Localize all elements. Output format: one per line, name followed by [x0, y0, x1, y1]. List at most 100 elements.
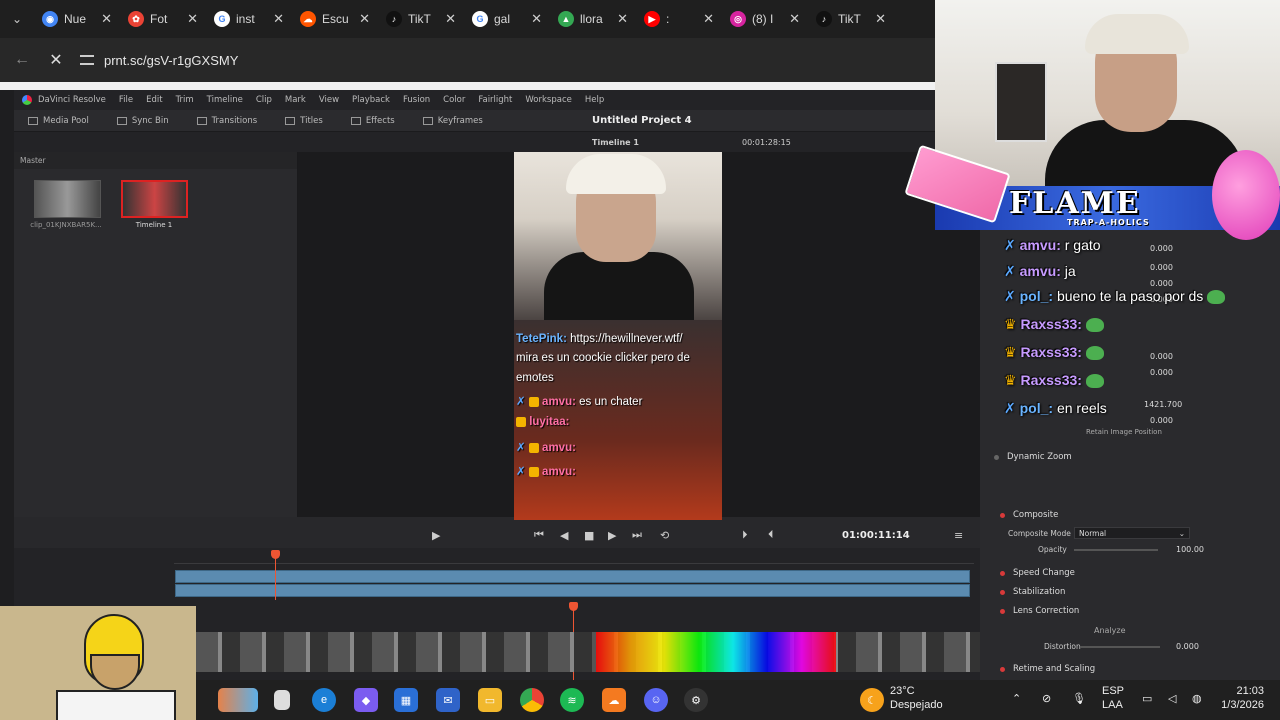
keyframes-button[interactable]: Keyframes: [409, 116, 497, 126]
menu-item[interactable]: File: [119, 95, 133, 105]
transitions-button[interactable]: Transitions: [183, 116, 272, 126]
menu-item[interactable]: Playback: [352, 95, 390, 105]
menu-item[interactable]: Help: [585, 95, 604, 105]
tab-close-icon[interactable]: ✕: [101, 11, 112, 27]
browser-tab[interactable]: Ginst ✕: [206, 4, 292, 34]
track-v2[interactable]: [175, 570, 970, 583]
browser-tab[interactable]: ♪ TikT ✕: [378, 4, 464, 34]
stop-icon[interactable]: ■: [584, 529, 594, 542]
menu-item[interactable]: View: [319, 95, 339, 105]
bin-label[interactable]: Master: [14, 152, 297, 169]
menu-item[interactable]: Timeline: [207, 95, 243, 105]
store-icon[interactable]: ▦: [394, 688, 418, 712]
discord-icon[interactable]: ☺: [644, 688, 668, 712]
tab-close-icon[interactable]: ✕: [273, 11, 284, 27]
copilot-icon[interactable]: ◆: [354, 688, 378, 712]
speed-change-row[interactable]: Speed Change: [980, 568, 1246, 578]
video-viewer[interactable]: TetePink: https://hewillnever.wtf/ mira …: [514, 152, 722, 520]
titles-button[interactable]: Titles: [271, 116, 337, 126]
sync-bin-button[interactable]: Sync Bin: [103, 116, 183, 126]
app-icon[interactable]: ☁: [602, 688, 626, 712]
retime-row[interactable]: Retime and Scaling: [980, 664, 1246, 674]
menu-item[interactable]: Mark: [285, 95, 306, 105]
color-bars-clip[interactable]: [596, 632, 836, 672]
clock-time[interactable]: 21:03: [1226, 684, 1264, 698]
browser-tab[interactable]: ▲ llora ✕: [550, 4, 636, 34]
timeline-thumbnail[interactable]: [121, 180, 188, 218]
tab-close-icon[interactable]: ✕: [445, 11, 456, 27]
prev-edit-icon[interactable]: ⏴: [768, 528, 774, 542]
go-to-end-icon[interactable]: ⏭: [632, 528, 642, 542]
menu-item[interactable]: Fusion: [403, 95, 430, 105]
tab-close-icon[interactable]: ✕: [531, 11, 542, 27]
timeline-selector[interactable]: Timeline 1: [592, 138, 639, 147]
clock-date[interactable]: 1/3/2026: [1212, 698, 1264, 712]
tab-list-chevron-icon[interactable]: ⌄: [0, 0, 34, 38]
clip-thumbnails-strip[interactable]: [196, 632, 980, 672]
show-hidden-icons[interactable]: ⌃: [1012, 692, 1021, 706]
folder-icon[interactable]: ▭: [478, 688, 502, 712]
menu-item[interactable]: Trim: [176, 95, 194, 105]
weather-desc[interactable]: Despejado: [890, 698, 943, 712]
language-code[interactable]: ESP: [1102, 684, 1124, 698]
opacity-value[interactable]: 100.00: [1176, 545, 1204, 554]
go-to-start-icon[interactable]: ⏮: [534, 528, 544, 542]
weather-temp[interactable]: 23°C: [890, 684, 915, 698]
steam-icon[interactable]: ⚙: [684, 688, 708, 712]
menu-item[interactable]: DaVinci Resolve: [38, 95, 106, 105]
tab-close-icon[interactable]: ✕: [359, 11, 370, 27]
menu-item[interactable]: Edit: [146, 95, 162, 105]
site-settings-icon[interactable]: [80, 55, 94, 65]
effects-button[interactable]: Effects: [337, 116, 409, 126]
menu-item[interactable]: Color: [443, 95, 465, 105]
distortion-value[interactable]: 0.000: [1176, 642, 1199, 651]
back-arrow-icon[interactable]: ←: [12, 51, 32, 69]
microphone-icon[interactable]: 🎙: [1072, 692, 1086, 706]
composite-mode-select[interactable]: Normal ⌄: [1074, 527, 1190, 539]
timeline-ruler[interactable]: [174, 552, 974, 564]
inspector-value[interactable]: 0.000: [1150, 279, 1173, 288]
browser-tab[interactable]: ▶: ✕: [636, 4, 722, 34]
outlook-icon[interactable]: ✉: [436, 688, 460, 712]
play-icon[interactable]: ▶: [608, 529, 616, 542]
browser-tab[interactable]: Ggal ✕: [464, 4, 550, 34]
next-edit-icon[interactable]: ⏵: [742, 528, 748, 542]
tab-close-icon[interactable]: ✕: [187, 11, 198, 27]
inspector-value[interactable]: 0.000: [1150, 263, 1173, 272]
chrome-icon[interactable]: [520, 688, 544, 712]
stabilization-row[interactable]: Stabilization: [980, 587, 1246, 597]
widgets-icon[interactable]: [218, 688, 258, 712]
url-field[interactable]: prnt.sc/gsV-r1gGXSMY: [80, 53, 238, 68]
tab-close-icon[interactable]: ✕: [875, 11, 886, 27]
inspector-value[interactable]: 0.000: [1150, 416, 1173, 425]
tab-close-icon[interactable]: ✕: [789, 11, 800, 27]
clip-thumbnail[interactable]: [34, 180, 101, 218]
tab-close-icon[interactable]: ✕: [703, 11, 714, 27]
network-icon[interactable]: ▭: [1142, 692, 1152, 706]
spotify-icon[interactable]: ≋: [560, 688, 584, 712]
battery-icon[interactable]: ◍: [1192, 692, 1202, 706]
step-back-icon[interactable]: ◀: [560, 529, 568, 542]
track-v1[interactable]: [175, 584, 970, 597]
distortion-slider[interactable]: [1080, 646, 1160, 648]
volume-icon[interactable]: ◁: [1168, 692, 1176, 706]
stop-loading-icon[interactable]: ✕: [46, 50, 66, 70]
region-code[interactable]: LAA: [1102, 698, 1123, 712]
edge-icon[interactable]: e: [312, 688, 336, 712]
loop-icon[interactable]: ⟲: [660, 529, 669, 542]
browser-tab[interactable]: ♪ TikT ✕: [808, 4, 894, 34]
media-pool-button[interactable]: Media Pool: [14, 116, 103, 126]
file-icon[interactable]: [274, 690, 290, 710]
lens-correction-row[interactable]: Lens Correction: [980, 606, 1246, 616]
inspector-value[interactable]: 0.000: [1150, 352, 1173, 361]
menu-item[interactable]: Workspace: [525, 95, 571, 105]
composite-row[interactable]: Composite: [980, 510, 1246, 520]
retain-image-position[interactable]: Retain Image Position: [1086, 428, 1162, 436]
inspector-value[interactable]: 0.000: [1150, 244, 1173, 253]
opacity-slider[interactable]: [1074, 549, 1158, 551]
browser-tab[interactable]: ☁ Escu ✕: [292, 4, 378, 34]
inspector-value[interactable]: 0.000: [1150, 368, 1173, 377]
play-reverse-icon[interactable]: ▶: [432, 529, 440, 542]
menu-item[interactable]: Clip: [256, 95, 272, 105]
wifi-off-icon[interactable]: ⊘: [1042, 692, 1051, 706]
